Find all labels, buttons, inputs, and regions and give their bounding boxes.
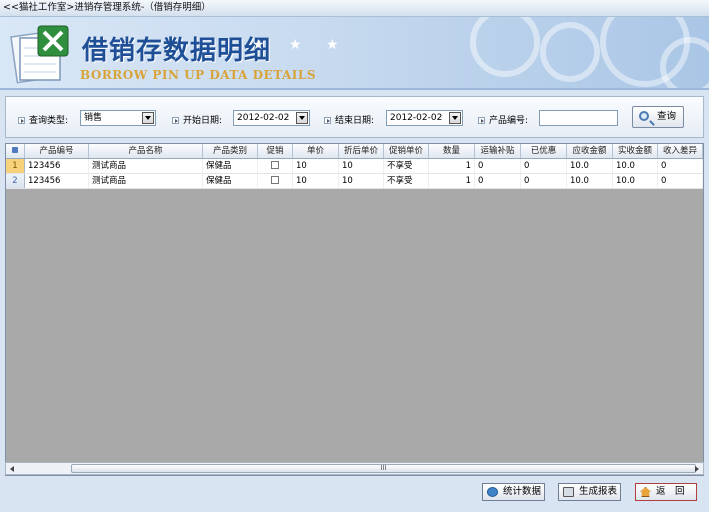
query-type-select[interactable]: 销售 [80, 110, 156, 126]
decorative-stars: ★ ★ ★ [252, 37, 349, 53]
table-row[interactable]: 1 123456 测试商品 保健品 10 10 不享受 1 0 0 10.0 1… [6, 159, 703, 174]
scroll-right-icon[interactable] [690, 463, 703, 474]
column-header[interactable]: 促销 [258, 144, 293, 158]
query-type-label: 查询类型: [18, 113, 68, 126]
end-date-picker[interactable]: 2012-02-02 [386, 110, 463, 126]
cell-receivable: 10.0 [567, 159, 613, 173]
generate-report-button[interactable]: 生成报表 [558, 483, 621, 501]
column-header[interactable]: 数量 [429, 144, 475, 158]
column-header[interactable]: 产品编号 [25, 144, 89, 158]
scrollbar-thumb[interactable]: III [71, 464, 696, 473]
cell-discount-price: 10 [339, 174, 384, 188]
stats-icon [487, 487, 498, 497]
cell-product-name: 测试商品 [89, 159, 203, 173]
cell-quantity: 1 [429, 174, 475, 188]
cell-received: 10.0 [613, 174, 658, 188]
cell-received: 10.0 [613, 159, 658, 173]
table-row[interactable]: 2 123456 测试商品 保健品 10 10 不享受 1 0 0 10.0 1… [6, 174, 703, 189]
column-header[interactable]: 折后单价 [339, 144, 384, 158]
cell-product-name: 测试商品 [89, 174, 203, 188]
cell-product-category: 保健品 [203, 174, 258, 188]
cell-product-category: 保健品 [203, 159, 258, 173]
end-date-label: 结束日期: [324, 113, 374, 126]
decorative-swirl [540, 22, 600, 82]
start-date-label: 开始日期: [172, 113, 222, 126]
cell-price: 10 [293, 174, 339, 188]
start-date-picker[interactable]: 2012-02-02 [233, 110, 310, 126]
promo-checkbox[interactable] [271, 161, 279, 169]
decorative-swirl [470, 17, 540, 77]
cell-promo [258, 159, 293, 173]
product-code-label: 产品编号: [478, 113, 528, 126]
grid-corner-icon [12, 147, 18, 153]
column-header[interactable]: 促销单价 [384, 144, 429, 158]
search-icon [639, 111, 649, 121]
cell-promo [258, 174, 293, 188]
arrow-bullet-icon [478, 117, 485, 124]
stats-button[interactable]: 统计数据 [482, 483, 545, 501]
arrow-bullet-icon [18, 117, 25, 124]
page-banner: 借销存数据明细 ★ ★ ★ BORROW PIN UP DATA DETAILS [0, 17, 709, 90]
back-button[interactable]: 返 回 [635, 483, 697, 501]
cell-quantity: 1 [429, 159, 475, 173]
row-number[interactable]: 1 [6, 159, 25, 173]
printer-icon [563, 487, 574, 497]
cell-promo-price: 不享受 [384, 174, 429, 188]
column-header[interactable]: 运输补贴 [475, 144, 521, 158]
spreadsheet-logo-icon [10, 25, 69, 84]
arrow-bullet-icon [172, 117, 179, 124]
grid-header: 产品编号 产品名称 产品类别 促销 单价 折后单价 促销单价 数量 运输补贴 已… [6, 144, 703, 159]
cell-receivable: 10.0 [567, 174, 613, 188]
column-header[interactable]: 应收金额 [567, 144, 613, 158]
column-header[interactable]: 单价 [293, 144, 339, 158]
page-subtitle: BORROW PIN UP DATA DETAILS [80, 68, 316, 82]
chevron-down-icon[interactable] [296, 112, 308, 124]
product-code-input[interactable] [539, 110, 618, 126]
horizontal-scrollbar[interactable]: III [5, 462, 704, 475]
column-header[interactable]: 产品名称 [89, 144, 203, 158]
cell-shipping: 0 [475, 174, 521, 188]
chevron-down-icon[interactable] [449, 112, 461, 124]
page-title: 借销存数据明细 [82, 36, 272, 66]
window-title-bar: <<猫社工作室>进销存管理系统-（借销存明细） [0, 0, 709, 17]
cell-discount-price: 10 [339, 159, 384, 173]
cell-discounted: 0 [521, 159, 567, 173]
cell-product-code: 123456 [25, 159, 89, 173]
window-title: <<猫社工作室>进销存管理系统-（借销存明细） [3, 2, 211, 13]
chevron-down-icon[interactable] [142, 112, 154, 124]
cell-product-code: 123456 [25, 174, 89, 188]
cell-income-diff: 0 [658, 174, 703, 188]
row-header-corner[interactable] [6, 144, 25, 158]
arrow-bullet-icon [324, 117, 331, 124]
column-header[interactable]: 产品类别 [203, 144, 258, 158]
scroll-left-icon[interactable] [6, 463, 19, 474]
cell-discounted: 0 [521, 174, 567, 188]
column-header[interactable]: 收入差异 [658, 144, 703, 158]
row-number[interactable]: 2 [6, 174, 25, 188]
promo-checkbox[interactable] [271, 176, 279, 184]
column-header[interactable]: 已优惠 [521, 144, 567, 158]
filter-bar: 查询类型: 销售 开始日期: 2012-02-02 结束日期: 2012-02-… [5, 96, 704, 138]
query-button[interactable]: 查询 [632, 106, 684, 128]
column-header[interactable]: 实收金额 [613, 144, 658, 158]
cell-promo-price: 不享受 [384, 159, 429, 173]
cell-income-diff: 0 [658, 159, 703, 173]
home-icon [640, 487, 651, 497]
data-grid: 产品编号 产品名称 产品类别 促销 单价 折后单价 促销单价 数量 运输补贴 已… [5, 143, 704, 476]
cell-shipping: 0 [475, 159, 521, 173]
cell-price: 10 [293, 159, 339, 173]
